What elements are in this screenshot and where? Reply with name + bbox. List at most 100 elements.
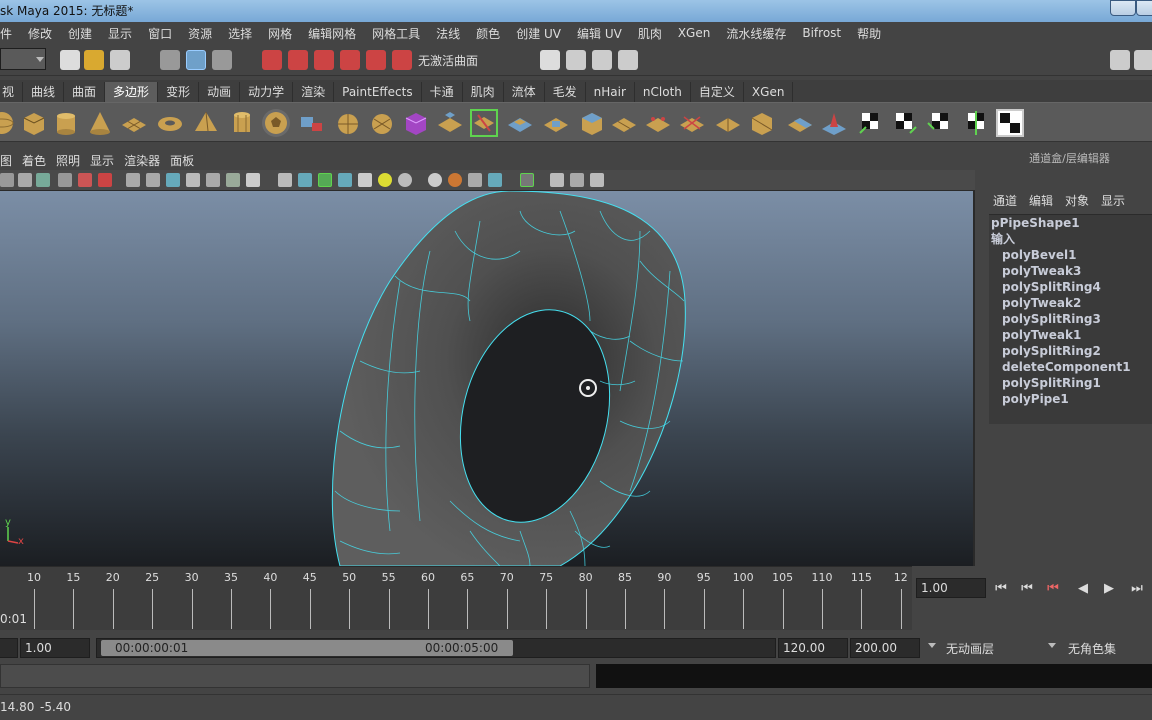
image-plane-icon[interactable] <box>58 173 72 187</box>
torus-mesh[interactable] <box>331 191 686 566</box>
sidebar-toggle-icon[interactable] <box>1110 50 1130 70</box>
menu-item[interactable]: 文件 <box>0 25 20 42</box>
select-component-icon[interactable] <box>212 50 232 70</box>
input-node[interactable]: polyPipe1 <box>989 391 1152 407</box>
quadrangulate-icon[interactable] <box>786 109 814 137</box>
chevron-down-icon[interactable] <box>1048 643 1056 648</box>
input-node[interactable]: polySplitRing2 <box>989 343 1152 359</box>
input-node[interactable]: polyTweak1 <box>989 327 1152 343</box>
play-forwards-icon[interactable]: ▶ <box>1100 580 1118 598</box>
shelf-tab[interactable]: 视 <box>0 82 24 102</box>
menu-item[interactable]: 网格 <box>260 25 300 42</box>
shelf-tab[interactable]: PaintEffects <box>334 82 422 102</box>
snap-grid-icon[interactable] <box>262 50 282 70</box>
grid-icon[interactable] <box>126 173 140 187</box>
chevron-down-icon[interactable] <box>928 643 936 648</box>
uv-checker-4-icon[interactable] <box>962 109 990 137</box>
gate-mask-icon[interactable] <box>186 173 200 187</box>
magnet-icon[interactable] <box>392 50 412 70</box>
step-back-frame-icon[interactable]: ⏮ <box>1044 580 1062 598</box>
menu-item[interactable]: 法线 <box>428 25 468 42</box>
input-node[interactable]: polyTweak3 <box>989 263 1152 279</box>
triangulate-icon[interactable] <box>748 109 776 137</box>
motion-blur-icon[interactable] <box>448 173 462 187</box>
input-node[interactable]: polyBevel1 <box>989 247 1152 263</box>
shelf-tab[interactable]: 动力学 <box>240 82 294 102</box>
poly-cube-icon[interactable] <box>20 109 48 137</box>
textured-icon[interactable] <box>358 173 372 187</box>
menu-item[interactable]: 修改 <box>20 25 60 42</box>
menu-item[interactable]: 肌肉 <box>630 25 670 42</box>
shelf-tab[interactable]: 渲染 <box>293 82 335 102</box>
xray-joints-icon[interactable] <box>550 173 564 187</box>
sculpt-icon[interactable] <box>820 109 848 137</box>
poly-cylinder-icon[interactable] <box>52 109 80 137</box>
fill-hole-icon[interactable] <box>506 109 534 137</box>
safe-action-icon[interactable] <box>226 173 240 187</box>
shelf-tab[interactable]: 曲面 <box>64 82 106 102</box>
smooth-shade-icon[interactable] <box>298 173 312 187</box>
panel-menu-item[interactable]: 着色 <box>22 152 56 169</box>
extract-icon[interactable] <box>368 109 396 137</box>
menu-item[interactable]: 窗口 <box>140 25 180 42</box>
range-slider-handle[interactable]: 00:00:00:01 00:00:05:00 <box>101 640 513 656</box>
anim-layer-dropdown[interactable]: 无动画层 <box>946 640 994 657</box>
poly-sphere-icon[interactable] <box>0 109 16 137</box>
menu-item[interactable]: 编辑网格 <box>300 25 364 42</box>
2d-pan-zoom-icon[interactable] <box>78 173 92 187</box>
xray-icon[interactable] <box>338 173 352 187</box>
shelf-tab[interactable]: 肌肉 <box>463 82 504 102</box>
menu-item[interactable]: 帮助 <box>849 25 889 42</box>
channel-box-tab[interactable]: 通道 <box>987 192 1023 212</box>
go-to-start-icon[interactable]: ⏮ <box>992 580 1010 598</box>
uv-checker-3-icon[interactable] <box>926 109 954 137</box>
channel-box-tab[interactable]: 对象 <box>1059 192 1095 212</box>
bookmark-icon[interactable] <box>36 173 50 187</box>
shelf-tab[interactable]: 卡通 <box>422 82 463 102</box>
depth-of-field-icon[interactable] <box>488 173 502 187</box>
shelf-tab[interactable]: 曲线 <box>23 82 65 102</box>
uv-checker-2-icon[interactable] <box>890 109 918 137</box>
poly-pipe-icon[interactable] <box>228 109 256 137</box>
poly-torus-icon[interactable] <box>156 109 184 137</box>
shelf-tab[interactable]: 毛发 <box>545 82 586 102</box>
uv-checker-5-icon[interactable] <box>996 109 1024 137</box>
panel-menu-item[interactable]: 面板 <box>170 152 204 169</box>
select-hierarchy-icon[interactable] <box>160 50 180 70</box>
step-forward-frame-icon[interactable]: ⏭ <box>1128 580 1146 598</box>
new-scene-icon[interactable] <box>60 50 80 70</box>
save-scene-icon[interactable] <box>110 50 130 70</box>
menu-item[interactable]: Bifrost <box>794 26 849 40</box>
ipr-render-icon[interactable] <box>592 50 612 70</box>
separate-icon[interactable] <box>334 109 362 137</box>
step-back-key-icon[interactable]: ⏮ <box>1018 580 1036 598</box>
input-node[interactable]: polySplitRing4 <box>989 279 1152 295</box>
uv-checker-1-icon[interactable] <box>856 109 884 137</box>
extrude-icon[interactable] <box>578 109 606 137</box>
menu-item[interactable]: 显示 <box>100 25 140 42</box>
ssao-icon[interactable] <box>428 173 442 187</box>
use-all-lights-icon[interactable] <box>378 173 392 187</box>
shelf-tab[interactable]: 自定义 <box>691 82 744 102</box>
combine-icon[interactable] <box>298 109 326 137</box>
select-object-icon[interactable] <box>186 50 206 70</box>
make-live-icon[interactable] <box>366 50 386 70</box>
snap-curve-icon[interactable] <box>288 50 308 70</box>
render-frame-icon[interactable] <box>566 50 586 70</box>
channel-box-toggle-icon[interactable] <box>1134 50 1152 70</box>
menu-item[interactable]: 创建 UV <box>508 25 569 42</box>
input-node[interactable]: polySplitRing1 <box>989 375 1152 391</box>
merge-icon[interactable] <box>542 109 570 137</box>
field-chart-icon[interactable] <box>206 173 220 187</box>
xray-active-icon[interactable] <box>570 173 584 187</box>
menu-item[interactable]: 流水线缓存 <box>718 25 794 42</box>
current-time-field[interactable]: 1.00 <box>916 578 986 598</box>
film-gate-icon[interactable] <box>146 173 160 187</box>
poly-pyramid-icon[interactable] <box>192 109 220 137</box>
shelf-tab[interactable]: nHair <box>586 82 635 102</box>
shelf-tab[interactable]: 流体 <box>504 82 545 102</box>
panel-menu-item[interactable]: 照明 <box>56 152 90 169</box>
poke-icon[interactable] <box>678 109 706 137</box>
safe-title-icon[interactable] <box>246 173 260 187</box>
snap-view-plane-icon[interactable] <box>340 50 360 70</box>
